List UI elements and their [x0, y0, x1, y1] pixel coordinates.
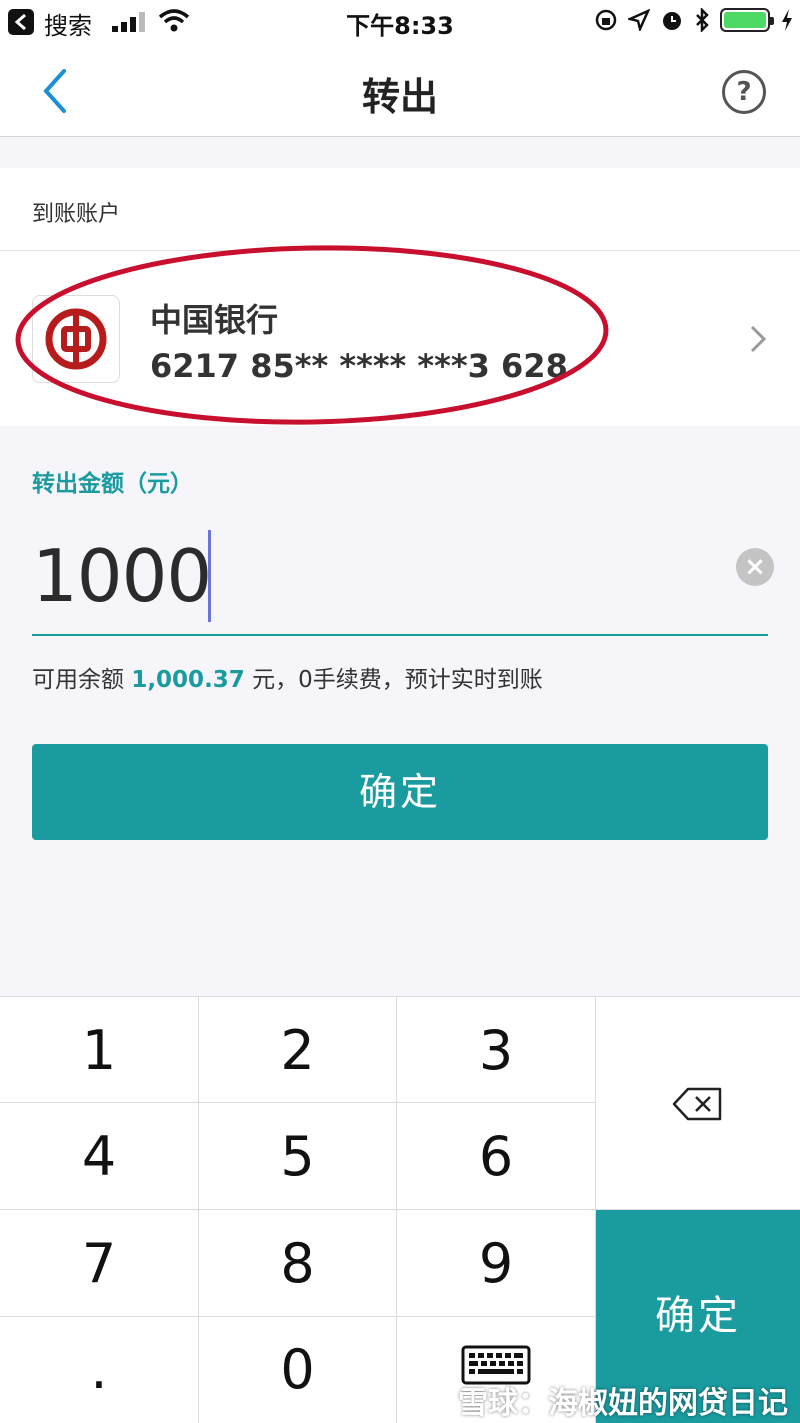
- balance-prefix: 可用余额: [32, 667, 124, 693]
- key-backspace[interactable]: [596, 996, 800, 1210]
- key-1[interactable]: 1: [0, 996, 199, 1103]
- balance-amount: 1,000.37: [131, 667, 245, 693]
- page-title: 转出: [361, 75, 438, 119]
- balance-info: 可用余额 1,000.37 元，0手续费，预计实时到账: [32, 660, 543, 694]
- text-cursor: [208, 530, 211, 622]
- key-6[interactable]: 6: [397, 1103, 596, 1210]
- bluetooth-icon: [696, 8, 709, 32]
- watermark: 雪球：海椒妞的网贷日记: [458, 1386, 788, 1421]
- location-icon: [628, 9, 650, 31]
- key-8[interactable]: 8: [199, 1210, 397, 1317]
- key-5[interactable]: 5: [199, 1103, 397, 1210]
- key-9[interactable]: 9: [397, 1210, 596, 1317]
- amount-label: 转出金额（元）: [32, 471, 193, 497]
- account-section-header: 到账账户: [0, 168, 800, 251]
- status-bar: 搜索 下午8:33: [0, 0, 800, 46]
- key-3[interactable]: 3: [397, 996, 596, 1103]
- clear-icon[interactable]: ×: [736, 548, 774, 586]
- confirm-button[interactable]: 确定: [32, 744, 768, 840]
- key-2[interactable]: 2: [199, 996, 397, 1103]
- account-section-label: 到账账户: [32, 202, 121, 227]
- balance-suffix: 元，0手续费，预计实时到账: [252, 667, 543, 693]
- alarm-icon: [663, 12, 681, 30]
- charging-icon: [782, 9, 792, 31]
- help-icon[interactable]: ?: [722, 70, 766, 114]
- amount-input[interactable]: 1000 ×: [32, 530, 774, 636]
- key-4[interactable]: 4: [0, 1103, 199, 1210]
- numeric-keypad: 1 2 3 4 5 6 7 8 9 . 0 确定: [0, 996, 800, 1423]
- status-right-icons: [594, 8, 794, 32]
- backspace-icon: [672, 1087, 722, 1121]
- rotation-lock-icon: [595, 9, 617, 31]
- key-0[interactable]: 0: [199, 1317, 397, 1423]
- battery-icon: [720, 8, 774, 32]
- key-decimal[interactable]: .: [0, 1317, 199, 1423]
- amount-value: 1000: [32, 534, 212, 618]
- nav-bar: 转出 ?: [0, 46, 800, 137]
- chevron-right-icon: [750, 325, 767, 353]
- annotation-oval: [15, 245, 609, 425]
- key-7[interactable]: 7: [0, 1210, 199, 1317]
